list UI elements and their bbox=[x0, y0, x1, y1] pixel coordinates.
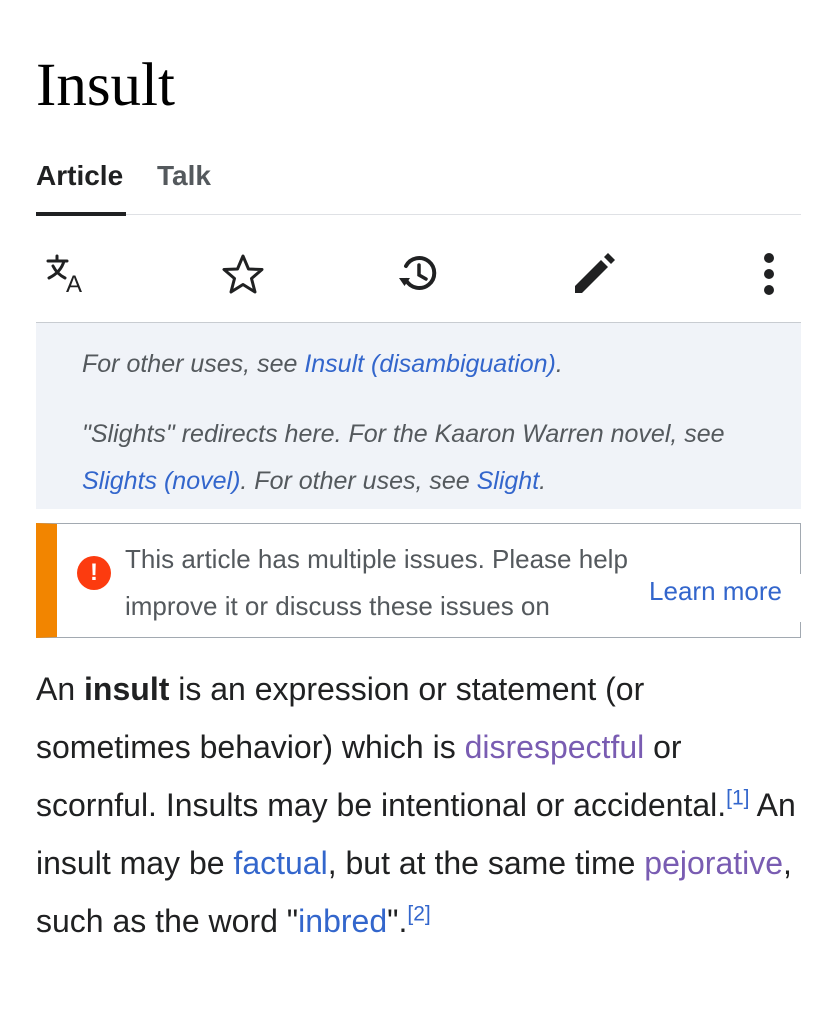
bold-term: insult bbox=[84, 671, 170, 707]
page-tabs: Article Talk bbox=[36, 152, 801, 216]
link-factual[interactable]: factual bbox=[233, 845, 327, 881]
citation-1[interactable]: [1] bbox=[726, 786, 749, 809]
svg-text:A: A bbox=[66, 271, 82, 294]
alert-icon: ! bbox=[77, 556, 111, 590]
link-insult-disambiguation[interactable]: Insult (disambiguation) bbox=[304, 350, 556, 378]
page-title: Insult bbox=[36, 52, 175, 119]
hatnotes: For other uses, see Insult (disambiguati… bbox=[36, 323, 801, 509]
article-lead-paragraph: An insult is an expression or statement … bbox=[36, 671, 796, 939]
language-icon[interactable]: A bbox=[38, 244, 98, 304]
history-icon[interactable] bbox=[388, 244, 448, 304]
tab-talk[interactable]: Talk bbox=[157, 160, 211, 192]
link-inbred[interactable]: inbred bbox=[298, 903, 387, 939]
multiple-issues-banner[interactable]: ! This article has multiple issues. Plea… bbox=[36, 523, 837, 638]
citation-2[interactable]: [2] bbox=[407, 902, 430, 925]
hatnote-other-uses: For other uses, see Insult (disambiguati… bbox=[82, 350, 563, 378]
link-slights-novel[interactable]: Slights (novel) bbox=[82, 467, 240, 495]
page-actions-toolbar: A bbox=[36, 230, 801, 323]
learn-more-link[interactable]: Learn more bbox=[649, 576, 782, 607]
hatnote-slights-redirect: "Slights" redirects here. For the Kaaron… bbox=[82, 420, 725, 495]
more-icon[interactable] bbox=[739, 244, 799, 304]
link-slight[interactable]: Slight bbox=[477, 467, 540, 495]
tab-article[interactable]: Article bbox=[36, 160, 123, 192]
edit-icon[interactable] bbox=[564, 244, 624, 304]
link-pejorative[interactable]: pejorative bbox=[644, 845, 783, 881]
star-icon[interactable] bbox=[213, 244, 273, 304]
link-disrespectful[interactable]: disrespectful bbox=[465, 729, 645, 765]
active-tab-indicator bbox=[36, 212, 126, 216]
